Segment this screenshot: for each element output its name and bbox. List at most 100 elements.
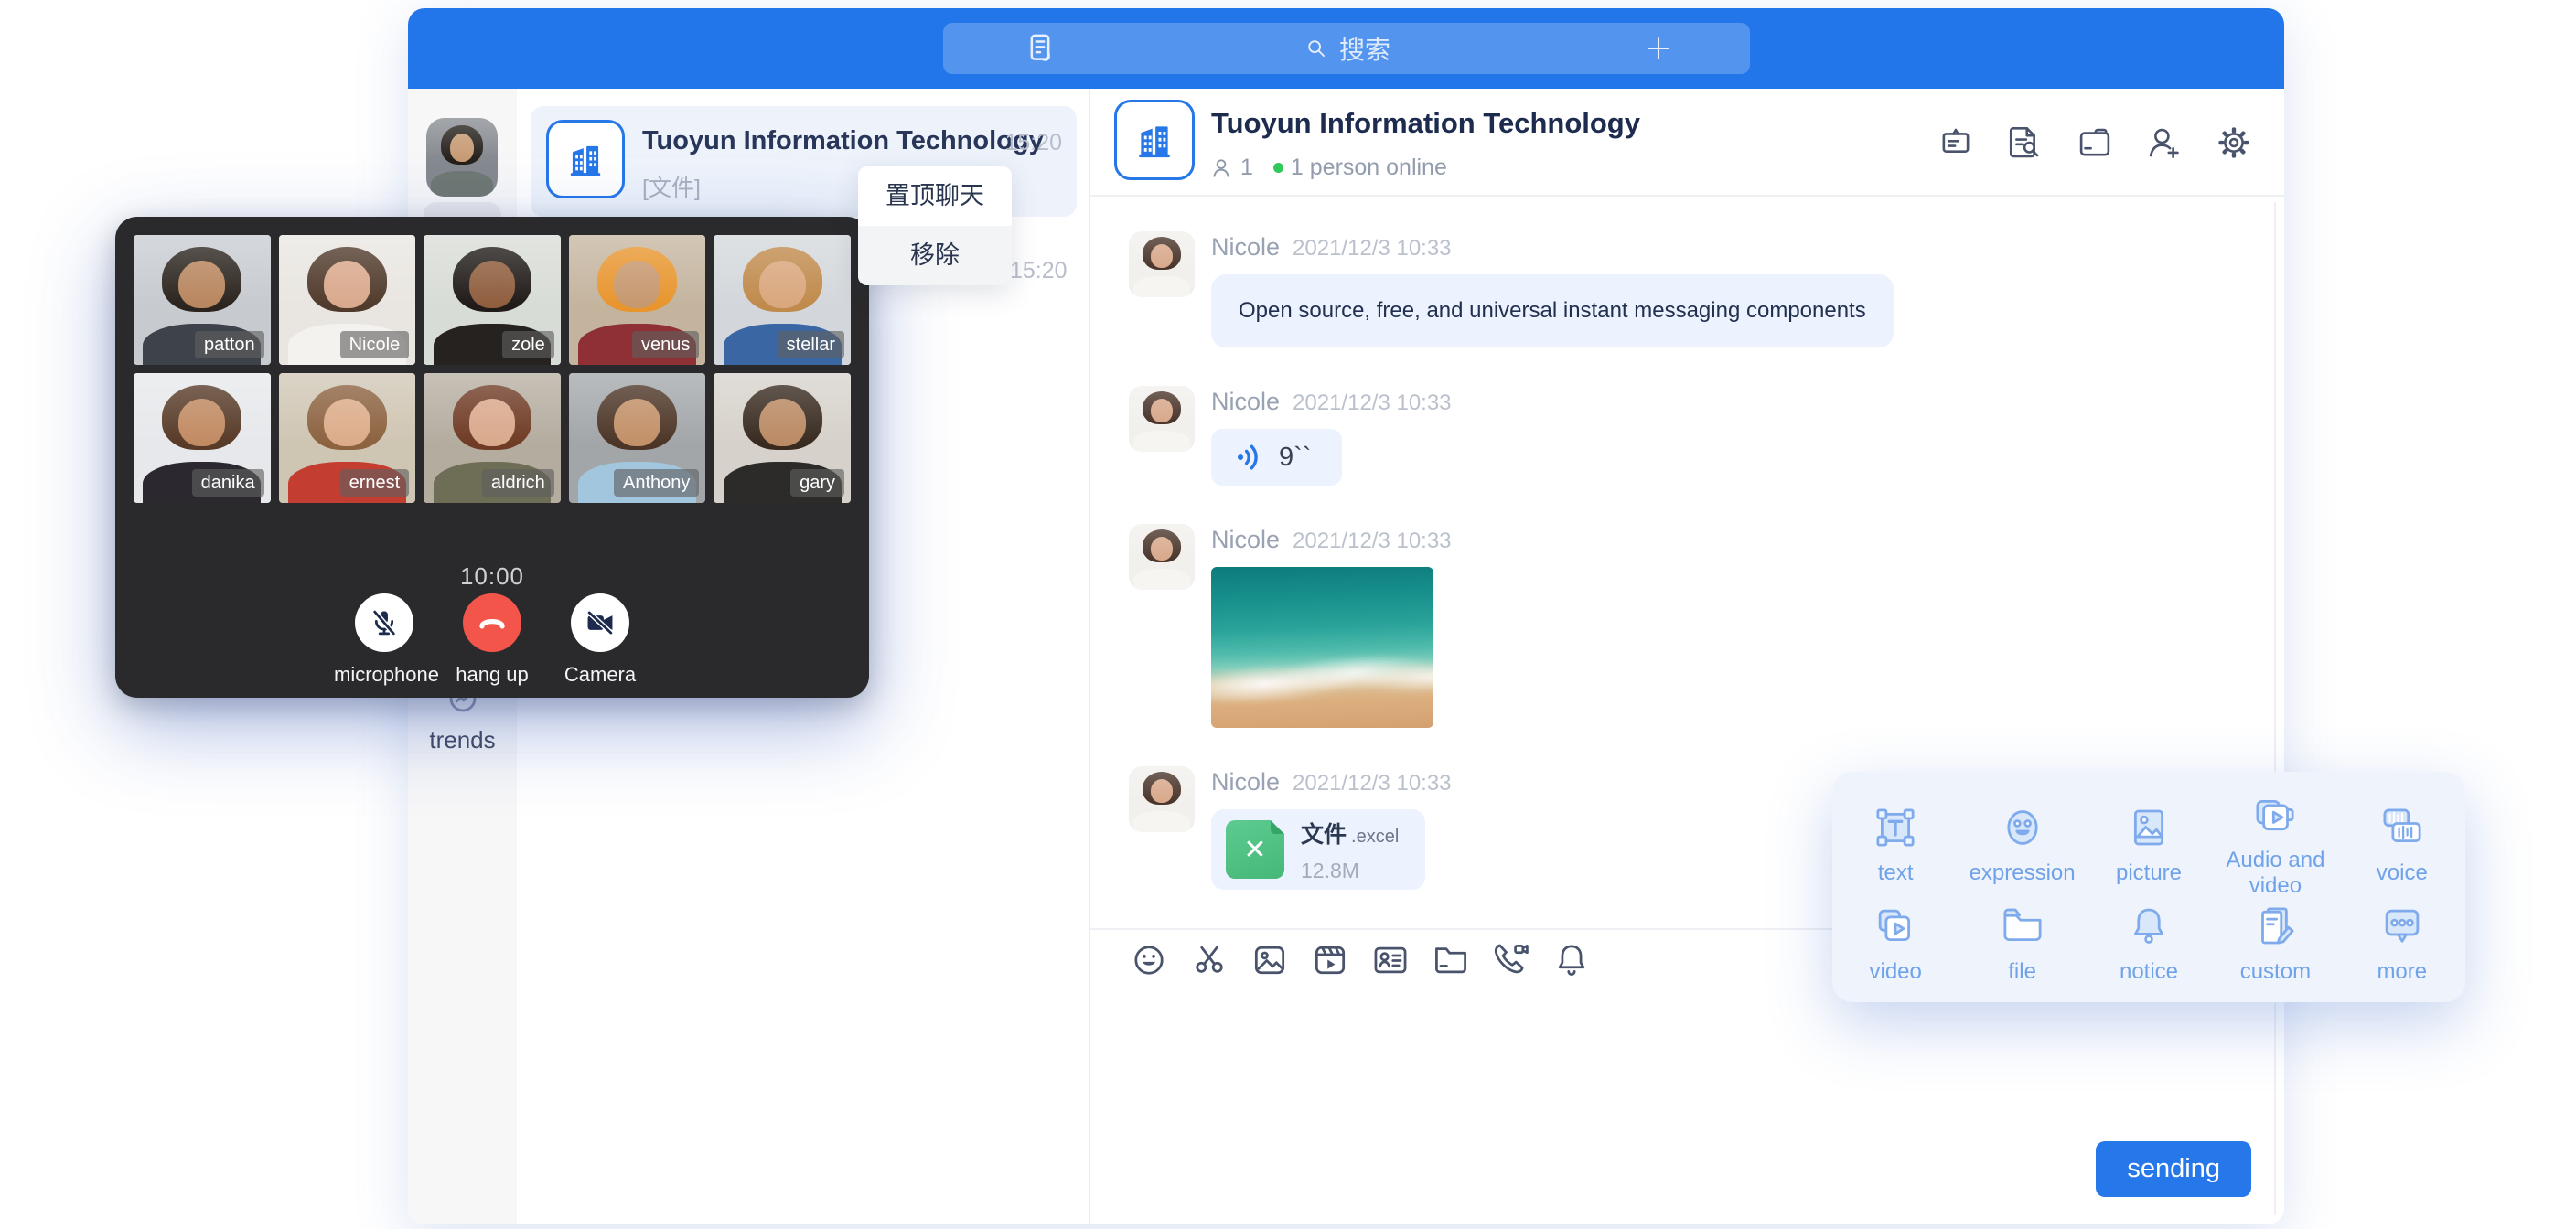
participant-name: Nicole (340, 331, 410, 358)
video-icon[interactable] (1310, 940, 1350, 980)
beach-photo[interactable] (1211, 567, 1433, 728)
file-bubble[interactable]: ✕ 文件.excel 12.8M (1211, 809, 1425, 890)
video-call-overlay: patton Nicole zole venus stellar danika ernest… (115, 217, 869, 698)
call-control-label: microphone (334, 663, 435, 687)
search-bar: 搜索 (943, 23, 1750, 74)
add-icon[interactable] (1640, 30, 1677, 67)
panel-item-notice[interactable]: notice (2120, 902, 2178, 985)
participant-name: stellar (778, 331, 844, 358)
call-controls: microphone hang up Camera (115, 593, 869, 687)
video-call-icon[interactable] (1491, 940, 1531, 980)
scissors-icon[interactable] (1189, 940, 1229, 980)
scrollbar[interactable] (2274, 202, 2276, 1215)
message-time: 2021/12/3 10:33 (1293, 771, 1452, 796)
panel-item-more[interactable]: more (2377, 902, 2427, 985)
camera-muted-button[interactable] (571, 593, 629, 652)
panel-item-audio-and-video[interactable]: Audio and video (2212, 790, 2338, 899)
video-tile: venus (569, 235, 706, 365)
panel-item-text[interactable]: text (1871, 803, 1920, 886)
panel-item-custom[interactable]: custom (2240, 902, 2311, 985)
message-voice: Nicole 2021/12/3 10:33 9`` (1129, 386, 2248, 486)
participant-name: zole (502, 331, 554, 358)
voice-duration: 9`` (1279, 443, 1311, 473)
video-tile: stellar (714, 235, 851, 365)
video-tile: gary (714, 373, 851, 503)
group-avatar-icon (546, 120, 625, 198)
chat-meta: 1 1 person online (1209, 155, 1447, 181)
voice-bubble[interactable]: 9`` (1211, 429, 1342, 486)
more-icon (2377, 902, 2427, 951)
chat-record-search-icon[interactable] (2006, 123, 2045, 162)
send-button[interactable]: sending (2096, 1141, 2251, 1197)
sender-name: Nicole (1211, 526, 1280, 554)
call-control-label: Camera (550, 663, 650, 687)
sender-name: Nicole (1211, 388, 1280, 416)
text-bubble[interactable]: Open source, free, and universal instant… (1211, 274, 1894, 347)
message-time: 2021/12/3 10:33 (1293, 390, 1452, 416)
video-tile: aldrich (424, 373, 561, 503)
video-tile-grid: patton Nicole zole venus stellar danika ernest… (134, 235, 851, 503)
group-avatar-icon (1114, 100, 1195, 180)
video2-icon (1871, 902, 1920, 951)
text-icon (1871, 803, 1920, 852)
member-count: 1 (1240, 155, 1253, 181)
call-control: Camera (550, 593, 650, 687)
stage: { "colors": { "accent": "#2376E9", "bubb… (0, 0, 2576, 1229)
panel-item-video[interactable]: video (1870, 902, 1922, 985)
file-size: 12.8M (1301, 859, 1399, 883)
add-member-icon[interactable] (2145, 123, 2184, 162)
avatar[interactable] (1129, 386, 1195, 452)
panel-picture-icon (2124, 803, 2174, 852)
conversation-time: 15:20 (1010, 258, 1068, 284)
call-control: microphone (334, 593, 435, 687)
call-control-label: hang up (442, 663, 542, 687)
announcement-board-icon[interactable] (1937, 123, 1975, 162)
voice-icon (2377, 803, 2427, 852)
chat-header: Tuoyun Information Technology 1 1 person… (1090, 89, 2284, 197)
picture-icon[interactable] (1250, 940, 1290, 980)
context-menu-item[interactable]: 置顶聊天 (858, 166, 1012, 226)
video-tile: ernest (279, 373, 416, 503)
expression-icon (1998, 803, 2047, 852)
online-dot (1273, 163, 1283, 173)
file-ext: .excel (1351, 827, 1399, 847)
bell-icon[interactable] (1551, 940, 1592, 980)
participant-name: danika (192, 469, 264, 497)
video-tile: Anthony (569, 373, 706, 503)
panel-item-file[interactable]: file (1998, 902, 2047, 985)
conversation-time: 15:20 (1004, 130, 1062, 156)
file-folder-icon[interactable] (2076, 123, 2114, 162)
search-input[interactable]: 搜索 (943, 23, 1750, 74)
message-input-area[interactable]: sending (1090, 990, 2284, 1224)
message-time: 2021/12/3 10:33 (1293, 236, 1452, 262)
notice-icon (2124, 902, 2174, 951)
call-timer: 10:00 (115, 562, 869, 591)
participant-name: patton (195, 331, 264, 358)
avatar[interactable] (1129, 231, 1195, 297)
search-icon (1303, 35, 1330, 62)
folder-icon[interactable] (1431, 940, 1471, 980)
chat-main: Tuoyun Information Technology 1 1 person… (1089, 89, 2284, 1224)
avatar[interactable] (426, 118, 498, 197)
panel-item-expression[interactable]: expression (1970, 803, 2076, 886)
emoji-icon[interactable] (1129, 940, 1169, 980)
excel-file-icon: ✕ (1226, 820, 1284, 879)
avatar[interactable] (1129, 524, 1195, 590)
avatar[interactable] (1129, 766, 1195, 832)
mic-muted-button[interactable] (355, 593, 413, 652)
video-tile: zole (424, 235, 561, 365)
chat-title: Tuoyun Information Technology (1211, 107, 1640, 140)
settings-gear-icon[interactable] (2215, 123, 2253, 162)
context-menu-item[interactable]: 移除 (858, 226, 1012, 285)
panel-item-voice[interactable]: voice (2377, 803, 2428, 886)
video-tile: patton (134, 235, 271, 365)
hang-up-button[interactable] (463, 593, 521, 652)
conversation-title: Tuoyun Information Technology (642, 126, 1044, 156)
trends-label: trends (408, 726, 517, 754)
contact-card-icon[interactable] (1370, 940, 1411, 980)
voice-wave-icon (1233, 442, 1264, 473)
context-menu: 置顶聊天移除 (858, 166, 1012, 285)
panel-file-icon (1998, 902, 2047, 951)
panel-item-picture[interactable]: picture (2116, 803, 2182, 886)
conversation-last-message: [文件] (642, 170, 701, 203)
